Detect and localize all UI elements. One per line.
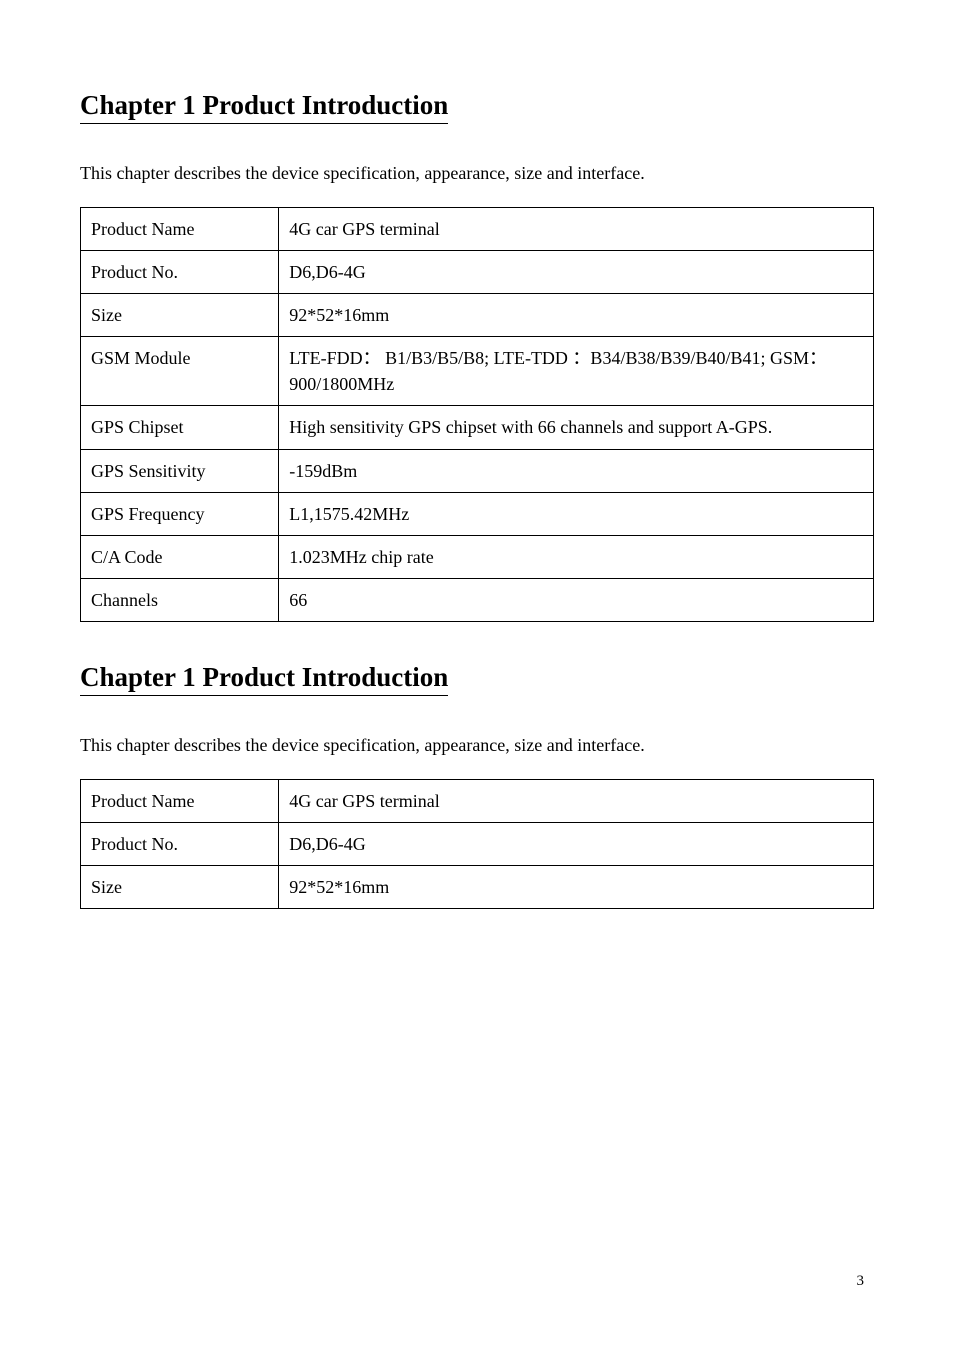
intro-text-1: This chapter describes the device specif… (80, 160, 874, 187)
row-label: GPS Frequency (81, 492, 279, 535)
row-label: Size (81, 294, 279, 337)
table-row: GSM Module LTE-FDD： B1/B3/B5/B8; LTE-TDD… (81, 337, 874, 406)
table-row: Product Name 4G car GPS terminal (81, 779, 874, 822)
row-label: Product Name (81, 208, 279, 251)
table-row: GPS Frequency L1,1575.42MHz (81, 492, 874, 535)
page-number: 3 (857, 1273, 865, 1290)
row-value: LTE-FDD： B1/B3/B5/B8; LTE-TDD ：B34/B38/B… (279, 337, 874, 406)
row-value: D6,D6-4G (279, 251, 874, 294)
row-label: Size (81, 866, 279, 909)
row-value: 92*52*16mm (279, 866, 874, 909)
spec-table-1: Product Name 4G car GPS terminal Product… (80, 207, 874, 622)
table-row: Size 92*52*16mm (81, 866, 874, 909)
table-row: Product Name 4G car GPS terminal (81, 208, 874, 251)
row-value: 66 (279, 578, 874, 621)
chapter-heading-1: Chapter 1 Product Introduction (80, 90, 448, 124)
row-label: C/A Code (81, 535, 279, 578)
intro-text-2: This chapter describes the device specif… (80, 732, 874, 759)
table-row: Product No. D6,D6-4G (81, 823, 874, 866)
table-row: C/A Code 1.023MHz chip rate (81, 535, 874, 578)
section-1: Chapter 1 Product Introduction This chap… (80, 90, 874, 622)
row-label: GPS Chipset (81, 406, 279, 449)
chapter-heading-2: Chapter 1 Product Introduction (80, 662, 448, 696)
row-label: GPS Sensitivity (81, 449, 279, 492)
row-value: L1,1575.42MHz (279, 492, 874, 535)
section-2: Chapter 1 Product Introduction This chap… (80, 662, 874, 909)
row-value: 4G car GPS terminal (279, 208, 874, 251)
row-label: Channels (81, 578, 279, 621)
spec-table-2: Product Name 4G car GPS terminal Product… (80, 779, 874, 909)
table-row: GPS Sensitivity -159dBm (81, 449, 874, 492)
row-label: Product No. (81, 823, 279, 866)
row-value: -159dBm (279, 449, 874, 492)
row-value: High sensitivity GPS chipset with 66 cha… (279, 406, 874, 449)
row-label: Product Name (81, 779, 279, 822)
row-value: D6,D6-4G (279, 823, 874, 866)
table-row: GPS Chipset High sensitivity GPS chipset… (81, 406, 874, 449)
row-label: Product No. (81, 251, 279, 294)
row-value: 4G car GPS terminal (279, 779, 874, 822)
table-row: Size 92*52*16mm (81, 294, 874, 337)
table-row: Channels 66 (81, 578, 874, 621)
row-label: GSM Module (81, 337, 279, 406)
row-value: 1.023MHz chip rate (279, 535, 874, 578)
row-value: 92*52*16mm (279, 294, 874, 337)
table-row: Product No. D6,D6-4G (81, 251, 874, 294)
